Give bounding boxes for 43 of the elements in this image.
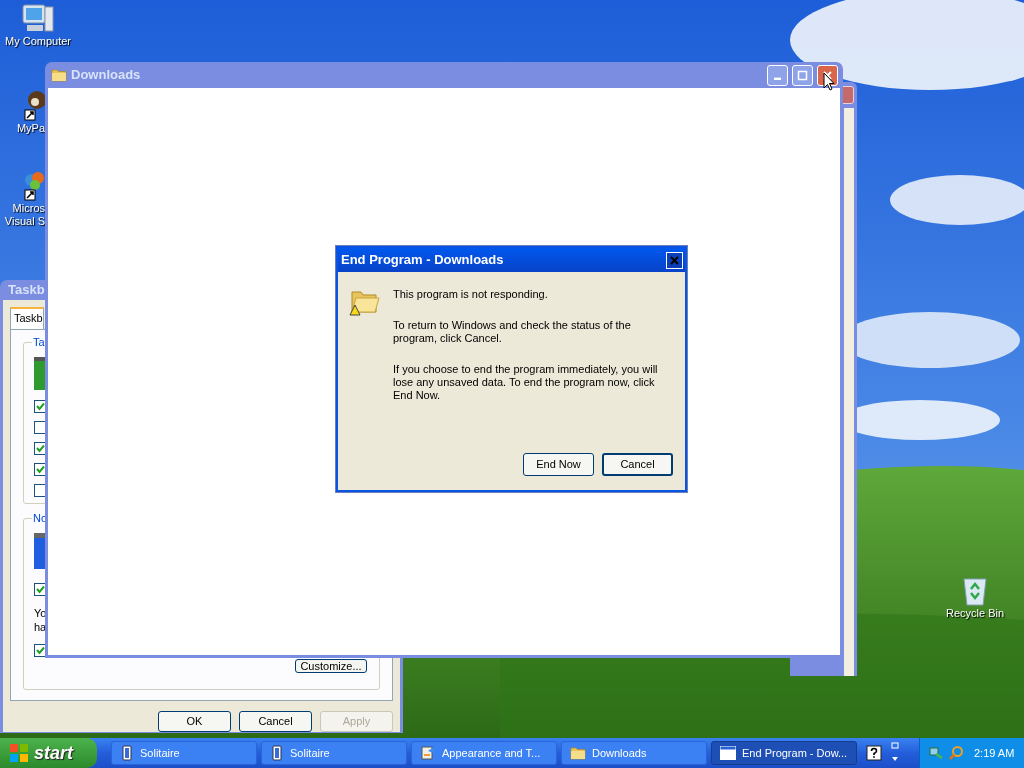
icon-label: Recycle Bin <box>944 607 1006 620</box>
icon-label: MyPa <box>15 122 45 135</box>
dialog-title: End Program - Downloads <box>341 251 504 270</box>
description-text: ha <box>34 619 48 634</box>
window-title: Downloads <box>71 66 141 85</box>
dialog-button[interactable]: End Now <box>523 453 594 476</box>
clock: 2:19 AM <box>974 745 1015 761</box>
app-shortcut-icon[interactable] <box>23 90 45 122</box>
recycle-bin-icon[interactable] <box>960 575 990 607</box>
taskbar-button[interactable]: Downloads <box>561 741 707 765</box>
maximize-icon <box>797 69 808 81</box>
window-title: Taskb <box>8 281 45 299</box>
customize-button[interactable]: Customize... <box>295 658 367 673</box>
cards-icon <box>270 745 284 761</box>
taskbar-button[interactable]: End Program - Dow... <box>711 741 857 765</box>
windows-logo-icon <box>9 743 29 763</box>
folder-icon <box>51 67 67 83</box>
icon-label: My Computer <box>4 35 72 48</box>
taskbar-button[interactable]: Solitaire <box>261 741 407 765</box>
window-icon <box>720 746 736 760</box>
taskbar-button[interactable]: Solitaire <box>111 741 257 765</box>
cursor-icon <box>823 72 835 91</box>
app-shortcut-icon[interactable] <box>23 170 45 202</box>
close-icon <box>822 69 833 81</box>
folder-icon <box>570 745 586 761</box>
dialog-button[interactable]: Cancel <box>239 710 312 732</box>
message-text: If you choose to end the program immediately, you will lose any unsaved data. To end the program now, click End Now. <box>393 363 659 402</box>
message-text: To return to Windows and check the status of the program, click Cancel. <box>393 319 632 345</box>
minimize-button[interactable] <box>767 64 788 86</box>
network-icon[interactable] <box>928 745 944 761</box>
tab[interactable]: Taskb <box>10 306 44 329</box>
taskbar-button[interactable]: Appearance and T... <box>411 741 557 765</box>
close-icon <box>670 255 679 265</box>
icon-label: Micros <box>11 202 45 215</box>
computer-icon[interactable] <box>21 3 55 35</box>
dialog-button[interactable]: Cancel <box>602 453 673 476</box>
minimize-icon <box>774 76 781 80</box>
cards-icon <box>120 745 134 761</box>
icon-label: Visual S <box>3 215 45 228</box>
control-panel-icon <box>420 745 436 761</box>
help-icon[interactable] <box>866 745 882 761</box>
message-text: This program is not responding. <box>393 288 549 301</box>
dialog-button[interactable]: OK <box>158 710 231 732</box>
